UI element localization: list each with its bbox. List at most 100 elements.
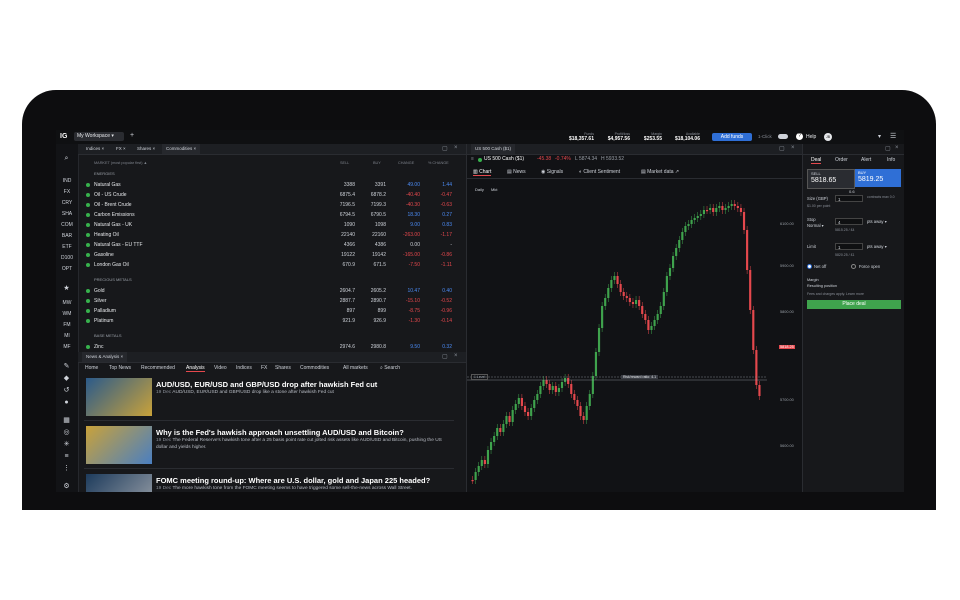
limit-input[interactable]: 1 bbox=[835, 243, 863, 250]
sidebar-item-mi[interactable]: MI bbox=[56, 333, 78, 339]
market-row[interactable]: Oil - US Crude 6875.4 6878.2 -40.40 -0.47 bbox=[78, 190, 456, 200]
sidebar-item-etf[interactable]: ETF bbox=[56, 244, 78, 250]
market-row[interactable]: Zinc 2974.6 2980.8 9.50 0.32 bbox=[78, 342, 456, 352]
news-tab-video[interactable]: Video bbox=[214, 365, 227, 371]
one-click-toggle[interactable] bbox=[778, 134, 788, 139]
workspace-selector[interactable]: My Workspace ▾ bbox=[74, 132, 124, 141]
market-row[interactable]: Natural Gas - UK 1090 1098 9.00 0.83 bbox=[78, 220, 456, 230]
close-icon[interactable]: × bbox=[121, 354, 124, 359]
limit-unit[interactable]: pts away ▾ bbox=[867, 244, 887, 249]
chevron-down-icon[interactable]: ▾ bbox=[878, 133, 881, 140]
add-funds-button[interactable]: Add funds bbox=[712, 133, 752, 141]
instrument-name[interactable]: US 500 Cash ($1) bbox=[484, 156, 524, 162]
column-buy[interactable]: BUY bbox=[373, 161, 381, 165]
stop-type[interactable]: Normal ▾ bbox=[807, 223, 824, 228]
column-pct-change[interactable]: % CHANGE bbox=[428, 161, 449, 165]
news-tab-indices[interactable]: Indices bbox=[236, 365, 252, 371]
news-headline[interactable]: AUD/USD, EUR/USD and GBP/USD drop after … bbox=[156, 380, 377, 389]
news-tab-commodities[interactable]: Commodities bbox=[300, 365, 329, 371]
sidebar-item-opt[interactable]: OPT bbox=[56, 266, 78, 272]
sidebar-item-wm[interactable]: WM bbox=[56, 311, 78, 317]
close-icon[interactable]: × bbox=[791, 145, 795, 151]
market-row[interactable]: Gold 2604.7 2605.2 10.47 0.40 bbox=[78, 286, 456, 296]
tab-alert[interactable]: Alert bbox=[861, 157, 871, 163]
sell-button[interactable]: SELL 5818.65 bbox=[807, 169, 855, 189]
news-tab-all-markets[interactable]: All markets bbox=[343, 365, 368, 371]
buy-button[interactable]: BUY 5819.25 bbox=[855, 169, 901, 187]
tab-us500[interactable]: US 500 Cash ($1) bbox=[471, 144, 516, 154]
market-row[interactable]: Natural Gas - EU TTF 4366 4386 0.00- bbox=[78, 240, 456, 250]
sidebar-item-mw[interactable]: MW bbox=[56, 300, 78, 306]
sidebar-item-ind[interactable]: IND bbox=[56, 178, 78, 184]
tab-deal[interactable]: Deal bbox=[811, 157, 822, 164]
tools-icon[interactable]: ✎ bbox=[62, 362, 71, 371]
fees-link[interactable]: Fees and charges apply. Learn more bbox=[807, 292, 864, 296]
tab-order[interactable]: Order bbox=[835, 157, 848, 163]
market-row[interactable]: Gasoline 19122 19142 -165.00 -0.86 bbox=[78, 250, 456, 260]
tab-shares[interactable]: Shares × bbox=[133, 144, 159, 154]
size-input[interactable]: 1 bbox=[835, 195, 863, 202]
calendar-icon[interactable]: ▦ bbox=[62, 416, 71, 425]
market-row[interactable]: Oil - Brent Crude 7196.5 7199.3 -40.30 -0.63 bbox=[78, 200, 456, 210]
subtab-market-data[interactable]: ▤ Market data ↗ bbox=[641, 169, 679, 175]
subtab-signals[interactable]: ◉ Signals bbox=[541, 169, 563, 175]
broadcast-icon[interactable]: ◎ bbox=[62, 428, 71, 437]
market-row[interactable]: Heating Oil 22140 22160 -263.00 -1.17 bbox=[78, 230, 456, 240]
close-icon[interactable]: × bbox=[194, 146, 197, 151]
sidebar-item-sha[interactable]: SHA bbox=[56, 211, 78, 217]
star-icon[interactable]: ★ bbox=[62, 284, 71, 293]
add-workspace-button[interactable]: + bbox=[130, 132, 134, 139]
news-thumbnail[interactable] bbox=[86, 378, 152, 416]
maximize-icon[interactable]: ▢ bbox=[779, 145, 785, 152]
candlestick-chart[interactable] bbox=[467, 180, 803, 492]
maximize-icon[interactable]: ▢ bbox=[442, 353, 448, 360]
sun-icon[interactable]: ✳ bbox=[62, 440, 71, 449]
sidebar-item-com[interactable]: COM bbox=[56, 222, 78, 228]
sidebar-item-d100[interactable]: D100 bbox=[56, 255, 78, 261]
news-tab-shares[interactable]: Shares bbox=[275, 365, 291, 371]
sidebar-item-fm[interactable]: FM bbox=[56, 322, 78, 328]
sliders-icon[interactable]: ⋮ bbox=[62, 464, 71, 473]
stop-unit[interactable]: pts away ▾ bbox=[867, 219, 887, 224]
news-tab-top-news[interactable]: Top News bbox=[109, 365, 131, 371]
news-headline[interactable]: Why is the Fed's hawkish approach unsett… bbox=[156, 428, 404, 437]
tab-info[interactable]: Info bbox=[887, 157, 895, 163]
news-tab-analysis[interactable]: Analysis bbox=[186, 365, 205, 372]
avatar[interactable]: JB bbox=[824, 133, 832, 141]
history-icon[interactable]: ↺ bbox=[62, 386, 71, 395]
level-label[interactable]: 1 Level bbox=[471, 374, 489, 380]
news-tab-home[interactable]: Home bbox=[85, 365, 98, 371]
sidebar-item-bar[interactable]: BAR bbox=[56, 233, 78, 239]
news-tab-fx[interactable]: FX bbox=[261, 365, 267, 371]
stop-input[interactable]: 4 bbox=[835, 218, 863, 225]
close-icon[interactable]: × bbox=[454, 353, 458, 359]
force-open-radio[interactable] bbox=[851, 264, 856, 269]
tab-commodities[interactable]: Commodities × bbox=[162, 144, 201, 154]
search-icon[interactable]: ⌕ bbox=[62, 154, 71, 163]
menu-icon[interactable]: ☰ bbox=[890, 132, 896, 140]
close-icon[interactable]: × bbox=[153, 146, 156, 151]
market-row[interactable]: Platinum 921.9 926.9 -1.30 -0.14 bbox=[78, 316, 456, 326]
tab-fx[interactable]: FX × bbox=[112, 144, 130, 154]
news-thumbnail[interactable] bbox=[86, 474, 152, 492]
tab-indices[interactable]: Indices × bbox=[82, 144, 108, 154]
sidebar-item-fx[interactable]: FX bbox=[56, 189, 78, 195]
bell-icon[interactable]: ● bbox=[62, 398, 71, 407]
column-change[interactable]: CHANGE bbox=[398, 161, 414, 165]
column-market[interactable]: MARKET (most popular first) ▲ bbox=[94, 161, 147, 165]
market-row[interactable]: London Gas Oil 670.9 671.5 -7.50 -1.11 bbox=[78, 260, 456, 270]
news-headline[interactable]: FOMC meeting round-up: Where are U.S. do… bbox=[156, 476, 430, 485]
help-icon[interactable]: ? bbox=[796, 133, 803, 140]
gear-icon[interactable]: ⚙ bbox=[62, 482, 71, 491]
tag-icon[interactable]: ◆ bbox=[62, 374, 71, 383]
subtab-chart[interactable]: ▥ Chart bbox=[473, 169, 492, 176]
market-row[interactable]: Carbon Emissions 6794.5 6790.5 18.30 0.27 bbox=[78, 210, 456, 220]
sidebar-item-mf[interactable]: MF bbox=[56, 344, 78, 350]
news-thumbnail[interactable] bbox=[86, 426, 152, 464]
market-row[interactable]: Silver 2887.7 2890.7 -15.10 -0.52 bbox=[78, 296, 456, 306]
market-row[interactable]: Palladium 897 899 -8.75 -0.96 bbox=[78, 306, 456, 316]
close-icon[interactable]: × bbox=[123, 146, 126, 151]
net-off-radio[interactable] bbox=[807, 264, 812, 269]
column-sell[interactable]: SELL bbox=[340, 161, 349, 165]
subtab-client-sentiment[interactable]: ◐ Client Sentiment bbox=[579, 169, 620, 175]
